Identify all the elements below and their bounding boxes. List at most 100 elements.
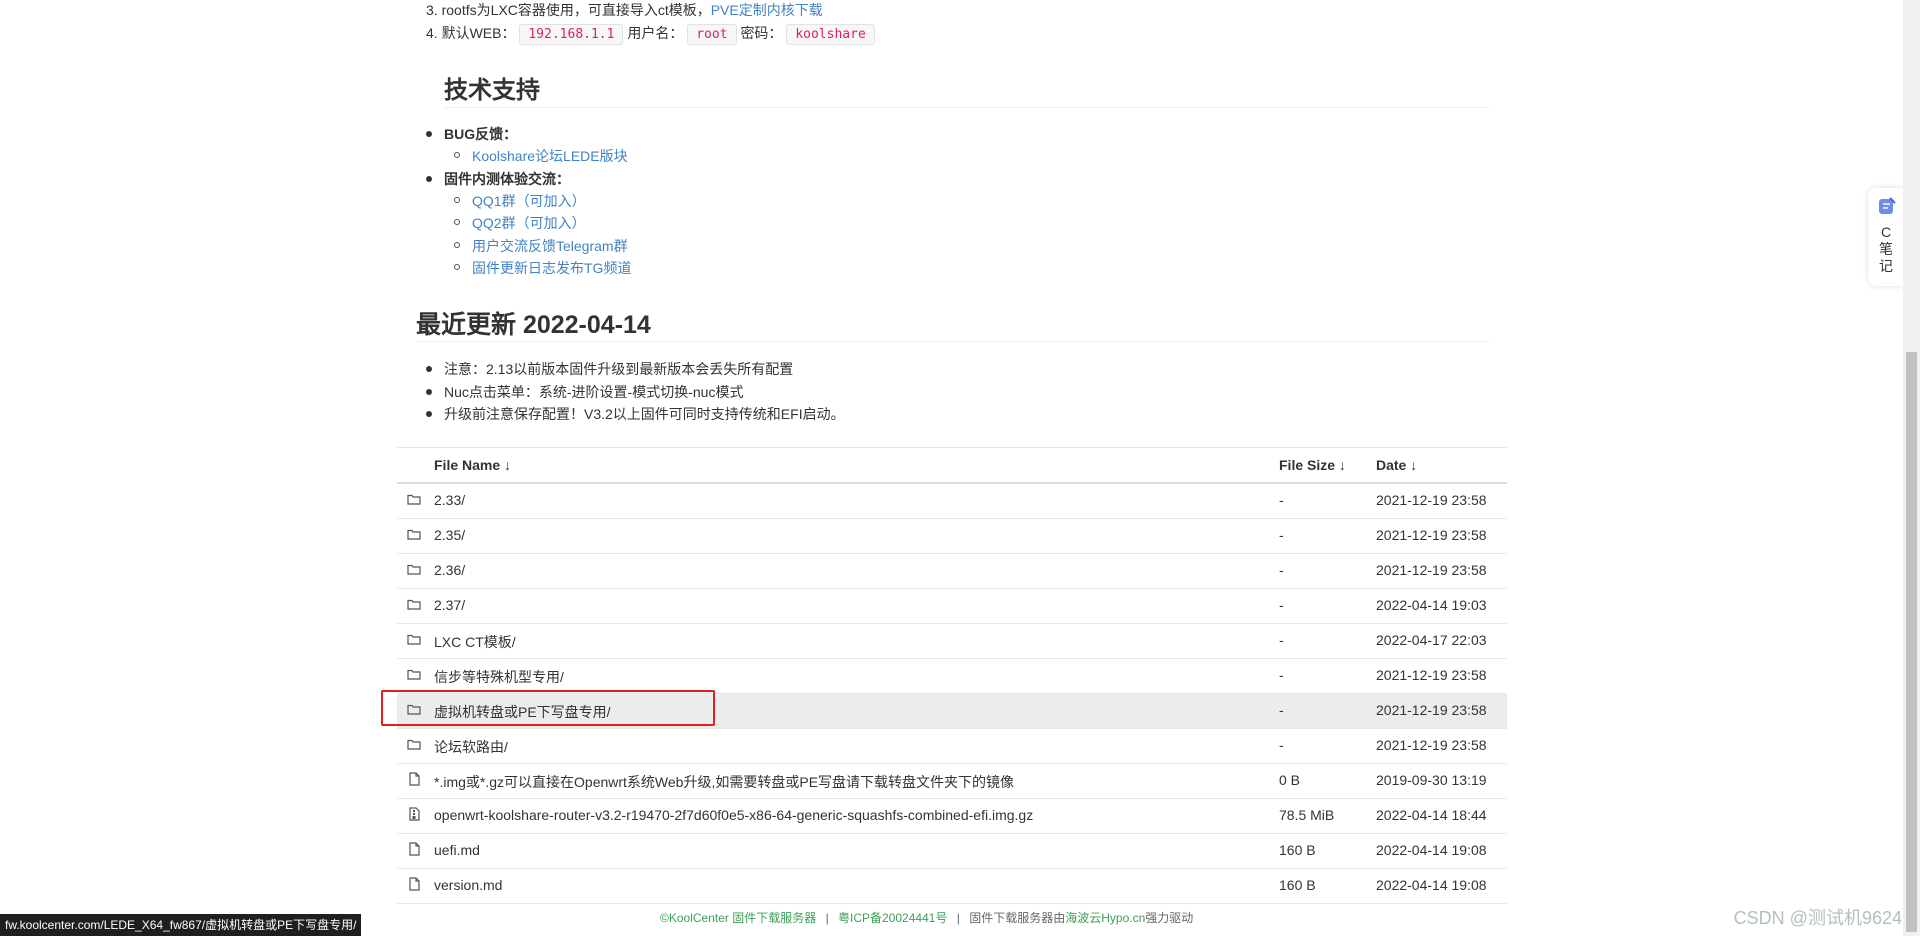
archive-file-icon	[407, 807, 421, 821]
copyright-link[interactable]: ©KoolCenter 固件下载服务器	[660, 911, 816, 925]
tg-channel-item: 固件更新日志发布TG频道	[454, 257, 631, 279]
beta-label: 固件内测体验交流：	[444, 171, 570, 187]
folder-icon	[407, 597, 421, 611]
file-name-sort-header[interactable]: File Name ↓	[434, 457, 511, 473]
file-name-link[interactable]: 2.36/	[434, 562, 465, 578]
file-size: -	[1279, 527, 1284, 543]
widget-label: 笔	[1879, 241, 1893, 257]
bullet-circle	[454, 197, 460, 203]
link-status-bar: fw.koolcenter.com/LEDE_X64_fw867/虚拟机转盘或P…	[0, 914, 362, 936]
date-sort-header[interactable]: Date ↓	[1376, 457, 1417, 473]
footer-separator: |	[956, 911, 960, 925]
host-prefix: 固件下载服务器由	[969, 911, 1066, 925]
file-name-link[interactable]: openwrt-koolshare-router-v3.2-r19470-2f7…	[434, 807, 1033, 823]
bullet-circle	[454, 219, 460, 225]
table-header: File Name ↓ File Size ↓ Date ↓	[397, 447, 1507, 484]
file-name-link[interactable]: 论坛软路由/	[434, 737, 508, 757]
host-link[interactable]: 海波云Hypo.cn	[1065, 911, 1145, 925]
table-row[interactable]: 2.35/ - 2021-12-19 23:58	[397, 519, 1507, 554]
table-row[interactable]: 2.36/ - 2021-12-19 23:58	[397, 554, 1507, 589]
file-size-sort-header[interactable]: File Size ↓	[1279, 457, 1346, 473]
table-row[interactable]: openwrt-koolshare-router-v3.2-r19470-2f7…	[397, 799, 1507, 834]
page-content: 3. rootfs为LXC容器使用，可直接导入ct模板，PVE定制内核下载 4.…	[0, 0, 1920, 936]
bullet-dot	[426, 176, 432, 182]
scrollbar-thumb[interactable]	[1906, 352, 1917, 932]
username-code: root	[687, 24, 737, 45]
list-number: 3.	[426, 2, 438, 18]
table-row[interactable]: 论坛软路由/ - 2021-12-19 23:58	[397, 729, 1507, 764]
file-date: 2022-04-14 19:08	[1376, 842, 1487, 858]
side-note-widget[interactable]: C 笔 记	[1868, 188, 1904, 286]
list-number: 4.	[426, 25, 438, 41]
beta-item: 固件内测体验交流：	[426, 168, 570, 190]
bullet-circle	[454, 264, 460, 270]
bug-link-item: Koolshare论坛LEDE版块	[454, 145, 628, 167]
bug-label: BUG反馈：	[444, 126, 518, 142]
update-note: Nuc点击菜单：系统-进阶设置-模式切换-nuc模式	[426, 381, 743, 403]
telegram-group-link[interactable]: 用户交流反馈Telegram群	[472, 238, 628, 254]
file-name-link[interactable]: 2.37/	[434, 597, 465, 613]
table-row[interactable]: version.md 160 B 2022-04-14 19:08	[397, 869, 1507, 904]
qq1-item: QQ1群（可加入）	[454, 190, 586, 212]
username-label: 用户名：	[627, 25, 684, 41]
file-date: 2019-09-30 13:19	[1376, 772, 1487, 788]
file-size: 160 B	[1279, 877, 1316, 893]
file-date: 2021-12-19 23:58	[1376, 562, 1487, 578]
list-text: rootfs为LXC容器使用，可直接导入ct模板，	[441, 2, 711, 18]
table-row[interactable]: uefi.md 160 B 2022-04-14 19:08	[397, 834, 1507, 869]
file-date: 2022-04-14 18:44	[1376, 807, 1487, 823]
file-name-link[interactable]: version.md	[434, 877, 502, 893]
file-date: 2022-04-17 22:03	[1376, 632, 1487, 648]
host-suffix: 强力驱动	[1145, 911, 1194, 925]
password-label: 密码：	[740, 25, 783, 41]
update-note: 注意：2.13以前版本固件升级到最新版本会丢失所有配置	[426, 358, 794, 380]
csdn-watermark: CSDN @测试机9624	[1733, 908, 1902, 928]
vertical-scrollbar[interactable]	[1903, 0, 1920, 936]
file-size: 160 B	[1279, 842, 1316, 858]
qq2-link[interactable]: QQ2群（可加入）	[472, 215, 586, 231]
update-note: 升级前注意保存配置！V3.2以上固件可同时支持传统和EFI启动。	[426, 403, 845, 425]
folder-icon	[407, 527, 421, 541]
pve-kernel-link[interactable]: PVE定制内核下载	[711, 2, 823, 18]
file-date: 2021-12-19 23:58	[1376, 702, 1487, 718]
table-row[interactable]: 信步等特殊机型专用/ - 2021-12-19 23:58	[397, 659, 1507, 694]
file-size: 78.5 MiB	[1279, 807, 1335, 823]
qq1-link[interactable]: QQ1群（可加入）	[472, 193, 586, 209]
folder-icon	[407, 737, 421, 751]
folder-icon	[407, 492, 421, 506]
telegram-group-item: 用户交流反馈Telegram群	[454, 235, 628, 257]
table-row[interactable]: 2.37/ - 2022-04-14 19:03	[397, 589, 1507, 624]
table-row[interactable]: LXC CT模板/ - 2022-04-17 22:03	[397, 624, 1507, 659]
file-icon	[407, 842, 421, 856]
tg-channel-link[interactable]: 固件更新日志发布TG频道	[472, 260, 631, 276]
file-size: -	[1279, 562, 1284, 578]
bullet-dot	[426, 131, 432, 137]
file-name-link[interactable]: LXC CT模板/	[434, 632, 516, 652]
folder-icon	[407, 632, 421, 646]
file-date: 2021-12-19 23:58	[1376, 667, 1487, 683]
file-date: 2021-12-19 23:58	[1376, 492, 1487, 508]
bullet-circle	[454, 242, 460, 248]
file-size: -	[1279, 702, 1284, 718]
icp-link[interactable]: 粤ICP备20024441号	[838, 911, 947, 925]
file-name-link[interactable]: 2.35/	[434, 527, 465, 543]
koolshare-forum-link[interactable]: Koolshare论坛LEDE版块	[472, 148, 628, 164]
folder-icon	[407, 562, 421, 576]
file-name-link[interactable]: 信步等特殊机型专用/	[434, 667, 564, 687]
widget-letter: C	[1880, 224, 1892, 240]
file-name-link[interactable]: 2.33/	[434, 492, 465, 508]
table-row[interactable]: 2.33/ - 2021-12-19 23:58	[397, 484, 1507, 519]
file-date: 2022-04-14 19:08	[1376, 877, 1487, 893]
password-code: koolshare	[786, 24, 875, 45]
web-label: 默认WEB：	[441, 25, 516, 41]
table-row[interactable]: *.img或*.gz可以直接在Openwrt系统Web升级,如需要转盘或PE写盘…	[397, 764, 1507, 799]
intro-item-4: 4. 默认WEB： 192.168.1.1 用户名： root 密码： kool…	[426, 22, 875, 46]
file-name-link[interactable]: *.img或*.gz可以直接在Openwrt系统Web升级,如需要转盘或PE写盘…	[434, 772, 1014, 792]
file-name-link[interactable]: uefi.md	[434, 842, 480, 858]
file-size: -	[1279, 632, 1284, 648]
update-note-text: 注意：2.13以前版本固件升级到最新版本会丢失所有配置	[444, 361, 794, 377]
divider	[416, 341, 1489, 342]
divider	[444, 107, 1489, 108]
file-date: 2021-12-19 23:58	[1376, 527, 1487, 543]
bullet-circle	[454, 152, 460, 158]
